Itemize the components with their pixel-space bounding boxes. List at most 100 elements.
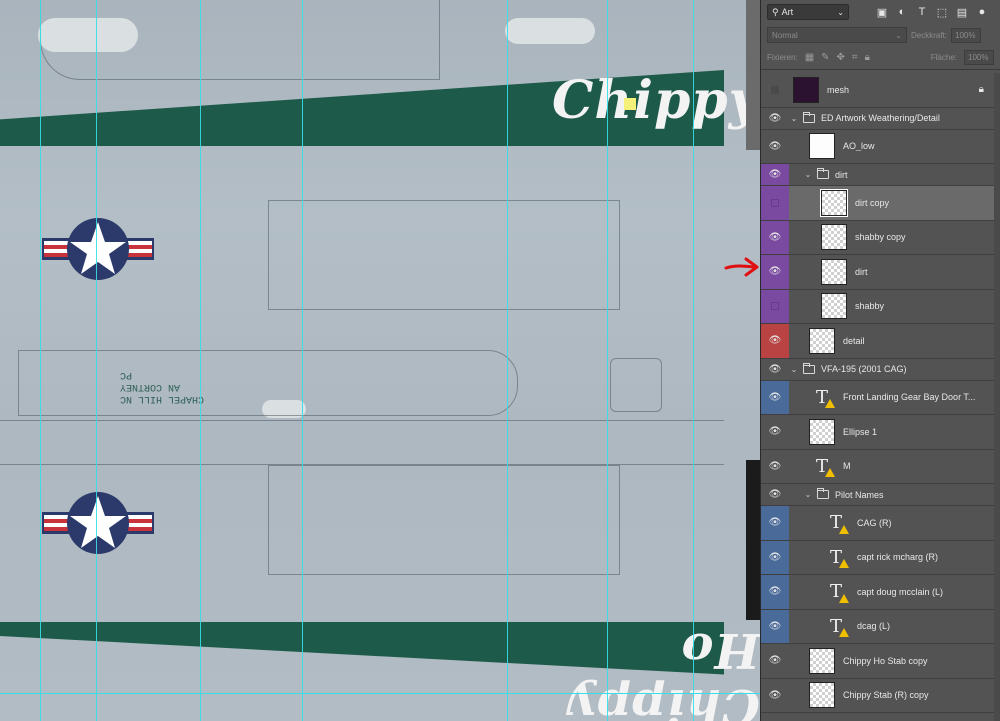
guide-line <box>200 0 201 721</box>
visibility-toggle[interactable] <box>761 289 789 323</box>
layer-thumbnail <box>809 647 835 674</box>
layer-row[interactable]: 👁︎ T dcag (L) <box>761 609 1000 644</box>
lock-icon: 🔒︎ <box>978 84 984 96</box>
smartobject-filter-icon[interactable]: ▤ <box>955 5 969 19</box>
blend-mode-label: Normal <box>772 30 798 40</box>
red-arrow-annotation <box>724 257 759 277</box>
eye-icon[interactable]: 👁︎ <box>761 679 789 713</box>
layer-row[interactable]: 👁︎ shabby copy <box>761 220 1000 255</box>
eye-icon[interactable]: 👁︎ <box>761 540 789 574</box>
fill-field[interactable]: 100% <box>964 50 994 65</box>
guide-line <box>96 0 97 721</box>
eye-icon[interactable]: 👁︎ <box>761 415 789 449</box>
layer-thumbnail <box>809 418 835 445</box>
layer-thumbnail <box>809 133 835 160</box>
layer-group-row[interactable]: 👁︎ ⌄ dirt <box>761 164 1000 186</box>
layer-thumbnail <box>809 327 835 354</box>
lock-paint-icon[interactable]: ✎ <box>821 52 829 63</box>
eye-icon[interactable]: 👁︎ <box>761 609 789 643</box>
canvas-edge <box>746 460 760 620</box>
adjustment-filter-icon[interactable]: ◐ <box>895 5 909 19</box>
layer-row-selected[interactable]: dirt copy <box>761 186 1000 221</box>
lock-position-icon[interactable]: ✥ <box>837 52 845 63</box>
layer-row[interactable]: mesh 🔒︎ <box>761 73 1000 108</box>
shape-filter-icon[interactable]: ⬚ <box>935 5 949 19</box>
layer-row[interactable]: 👁︎ Chippy Stab (R) copy <box>761 679 1000 713</box>
layer-thumbnail <box>821 258 847 285</box>
eye-icon[interactable]: 👁︎ <box>761 324 789 358</box>
layer-row[interactable]: 👁︎ T CAG (R) <box>761 506 1000 541</box>
layer-row[interactable]: 👁︎ detail <box>761 324 1000 359</box>
eye-icon[interactable]: 👁︎ <box>761 380 789 414</box>
panel-outline <box>0 420 724 465</box>
document-canvas[interactable]: CHAPEL HILL NC AN CORTNEY PC Chippy Chip… <box>0 0 760 721</box>
stencil-text: CHAPEL HILL NC AN CORTNEY PC <box>120 368 240 404</box>
filter-toggle-icon[interactable]: ● <box>975 5 989 19</box>
eye-icon[interactable]: 👁︎ <box>761 164 789 185</box>
visibility-toggle[interactable] <box>761 73 789 107</box>
layer-row[interactable]: 👁︎ T M <box>761 450 1000 484</box>
guide-line <box>302 0 303 721</box>
lock-row: Fixieren: ▦ ✎ ✥ ⌗ 🔒︎ Fläche: 100% <box>761 46 1000 70</box>
lock-artboard-icon[interactable]: ⌗ <box>852 52 858 63</box>
eye-icon[interactable]: 👁︎ <box>761 484 789 505</box>
layer-row[interactable]: 👁︎ T Front Landing Gear Bay Door T... <box>761 380 1000 415</box>
chevron-down-icon[interactable]: ⌄ <box>789 365 799 374</box>
chevron-down-icon[interactable]: ⌄ <box>803 170 813 179</box>
visibility-toggle[interactable] <box>761 186 789 220</box>
search-icon: ⚲ <box>772 6 779 17</box>
folder-icon <box>817 168 829 179</box>
opacity-field[interactable]: 100% <box>951 27 982 43</box>
guide-line <box>40 0 41 721</box>
layer-row[interactable]: 👁︎ dirt <box>761 255 1000 290</box>
layer-name: detail <box>843 335 865 346</box>
guide-line <box>507 0 508 721</box>
blend-mode-select[interactable]: Normal ⌄ <box>767 27 907 43</box>
layer-name: VFA-195 (2001 CAG) <box>821 364 907 374</box>
blend-row: Normal ⌄ Deckkraft: 100% <box>761 24 1000 46</box>
lock-transparency-icon[interactable]: ▦ <box>805 52 814 63</box>
panel-outline <box>268 200 620 310</box>
eye-icon[interactable]: 👁︎ <box>761 506 789 540</box>
layer-group-row[interactable]: 👁︎ ⌄ ED Artwork Weathering/Detail <box>761 108 1000 130</box>
eye-icon[interactable]: 👁︎ <box>761 575 789 609</box>
stencil-line: AN CORTNEY <box>120 381 181 392</box>
layer-filter-select[interactable]: ⚲ Art ⌄ <box>767 4 849 20</box>
text-layer-icon: T <box>809 455 835 478</box>
layer-name: mesh <box>827 84 850 95</box>
eye-icon[interactable]: 👁︎ <box>761 644 789 678</box>
layer-thumbnail <box>809 682 835 709</box>
chippy-script-top: Chippy <box>552 70 760 131</box>
image-filter-icon[interactable]: ▣ <box>875 5 889 19</box>
lock-all-icon[interactable]: 🔒︎ <box>865 52 870 63</box>
layer-row[interactable]: 👁︎ T capt doug mcclain (L) <box>761 575 1000 610</box>
layer-row[interactable]: 👁︎ T capt rick mcharg (R) <box>761 540 1000 575</box>
chevron-down-icon[interactable]: ⌄ <box>789 114 799 123</box>
eye-icon[interactable]: 👁︎ <box>761 108 789 129</box>
layer-name: shabby <box>855 301 885 312</box>
fill-label: Fläche: <box>930 53 957 62</box>
layer-row[interactable]: 👁︎ Ellipse 1 <box>761 415 1000 450</box>
layer-row[interactable]: 👁︎ AO_low <box>761 130 1000 164</box>
eye-icon[interactable]: 👁︎ <box>761 220 789 254</box>
eye-icon[interactable]: 👁︎ <box>761 359 789 380</box>
layer-row[interactable]: 👁︎ Chippy Ho Stab copy <box>761 644 1000 679</box>
eye-icon[interactable]: 👁︎ <box>761 130 789 164</box>
text-filter-icon[interactable]: T <box>915 5 929 19</box>
layer-name: dirt <box>835 169 848 180</box>
warning-icon <box>839 559 849 569</box>
chippy-script-bottom: Chippy Ho <box>567 622 760 721</box>
stencil-line: PC <box>120 369 133 380</box>
layer-thumbnail <box>821 293 847 320</box>
layers-panel: ⚲ Art ⌄ ▣ ◐ T ⬚ ▤ ● Normal ⌄ Deckkraft: … <box>760 0 1000 721</box>
eye-icon[interactable]: 👁︎ <box>761 255 789 289</box>
layers-scrollbar[interactable] <box>994 73 1000 721</box>
eye-icon[interactable]: 👁︎ <box>761 450 789 484</box>
layer-row[interactable]: shabby <box>761 289 1000 324</box>
warning-icon <box>839 593 849 603</box>
layer-group-row[interactable]: 👁︎ ⌄ VFA-195 (2001 CAG) <box>761 359 1000 381</box>
canvas-edge <box>746 0 760 150</box>
text-layer-icon: T <box>823 615 849 638</box>
chevron-down-icon[interactable]: ⌄ <box>803 490 813 499</box>
layer-group-row[interactable]: 👁︎ ⌄ Pilot Names <box>761 484 1000 506</box>
